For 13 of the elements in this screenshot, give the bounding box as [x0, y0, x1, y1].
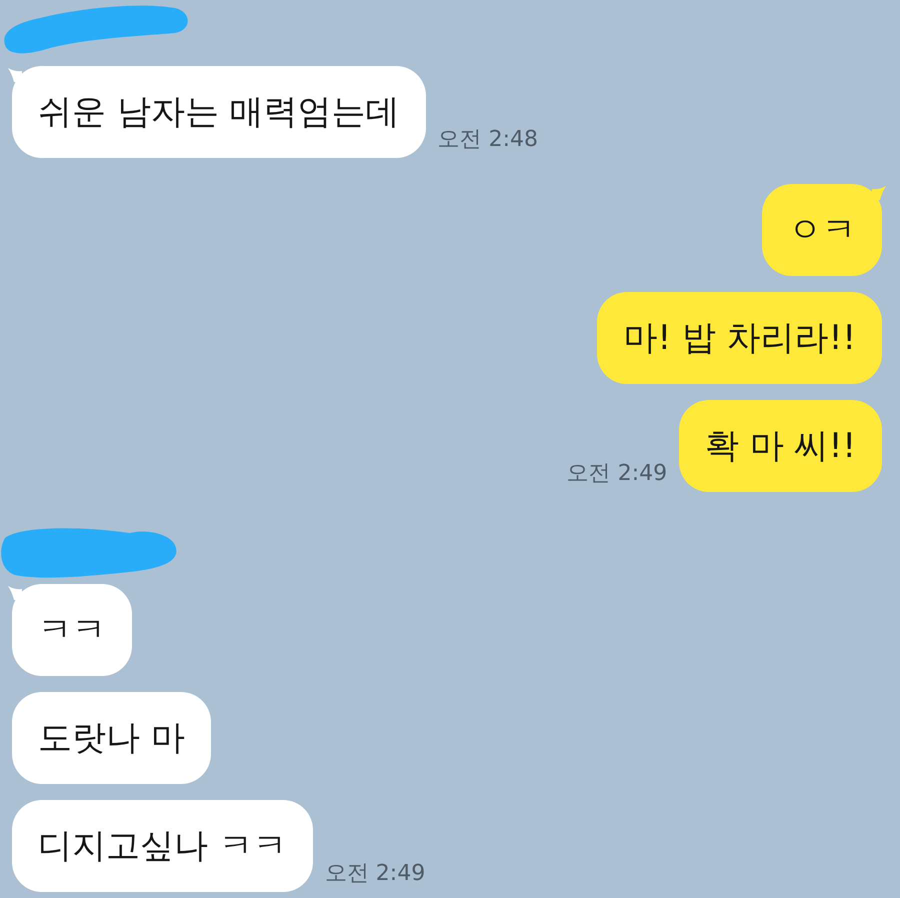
message-bubble: ㅇㅋ: [762, 184, 882, 276]
message-bubble: 도랏나 마: [12, 692, 211, 784]
message-time: 오전 2:48: [438, 126, 538, 154]
bubble-tail-icon: [8, 68, 22, 82]
bubble-tail-icon: [8, 586, 22, 600]
message-bubble: 마! 밥 차리라!!: [597, 292, 882, 384]
bubble-tail-icon: [872, 186, 886, 200]
message-bubble: 쉬운 남자는 매력엄는데: [12, 66, 426, 158]
message-time: 오전 2:49: [566, 460, 668, 488]
message-bubble: ㅋㅋ: [12, 584, 132, 676]
message-time: 오전 2:49: [324, 860, 426, 888]
message-bubble: 디지고싶나 ㅋㅋ: [12, 800, 313, 892]
message-bubble: 확 마 씨!!: [679, 400, 882, 492]
